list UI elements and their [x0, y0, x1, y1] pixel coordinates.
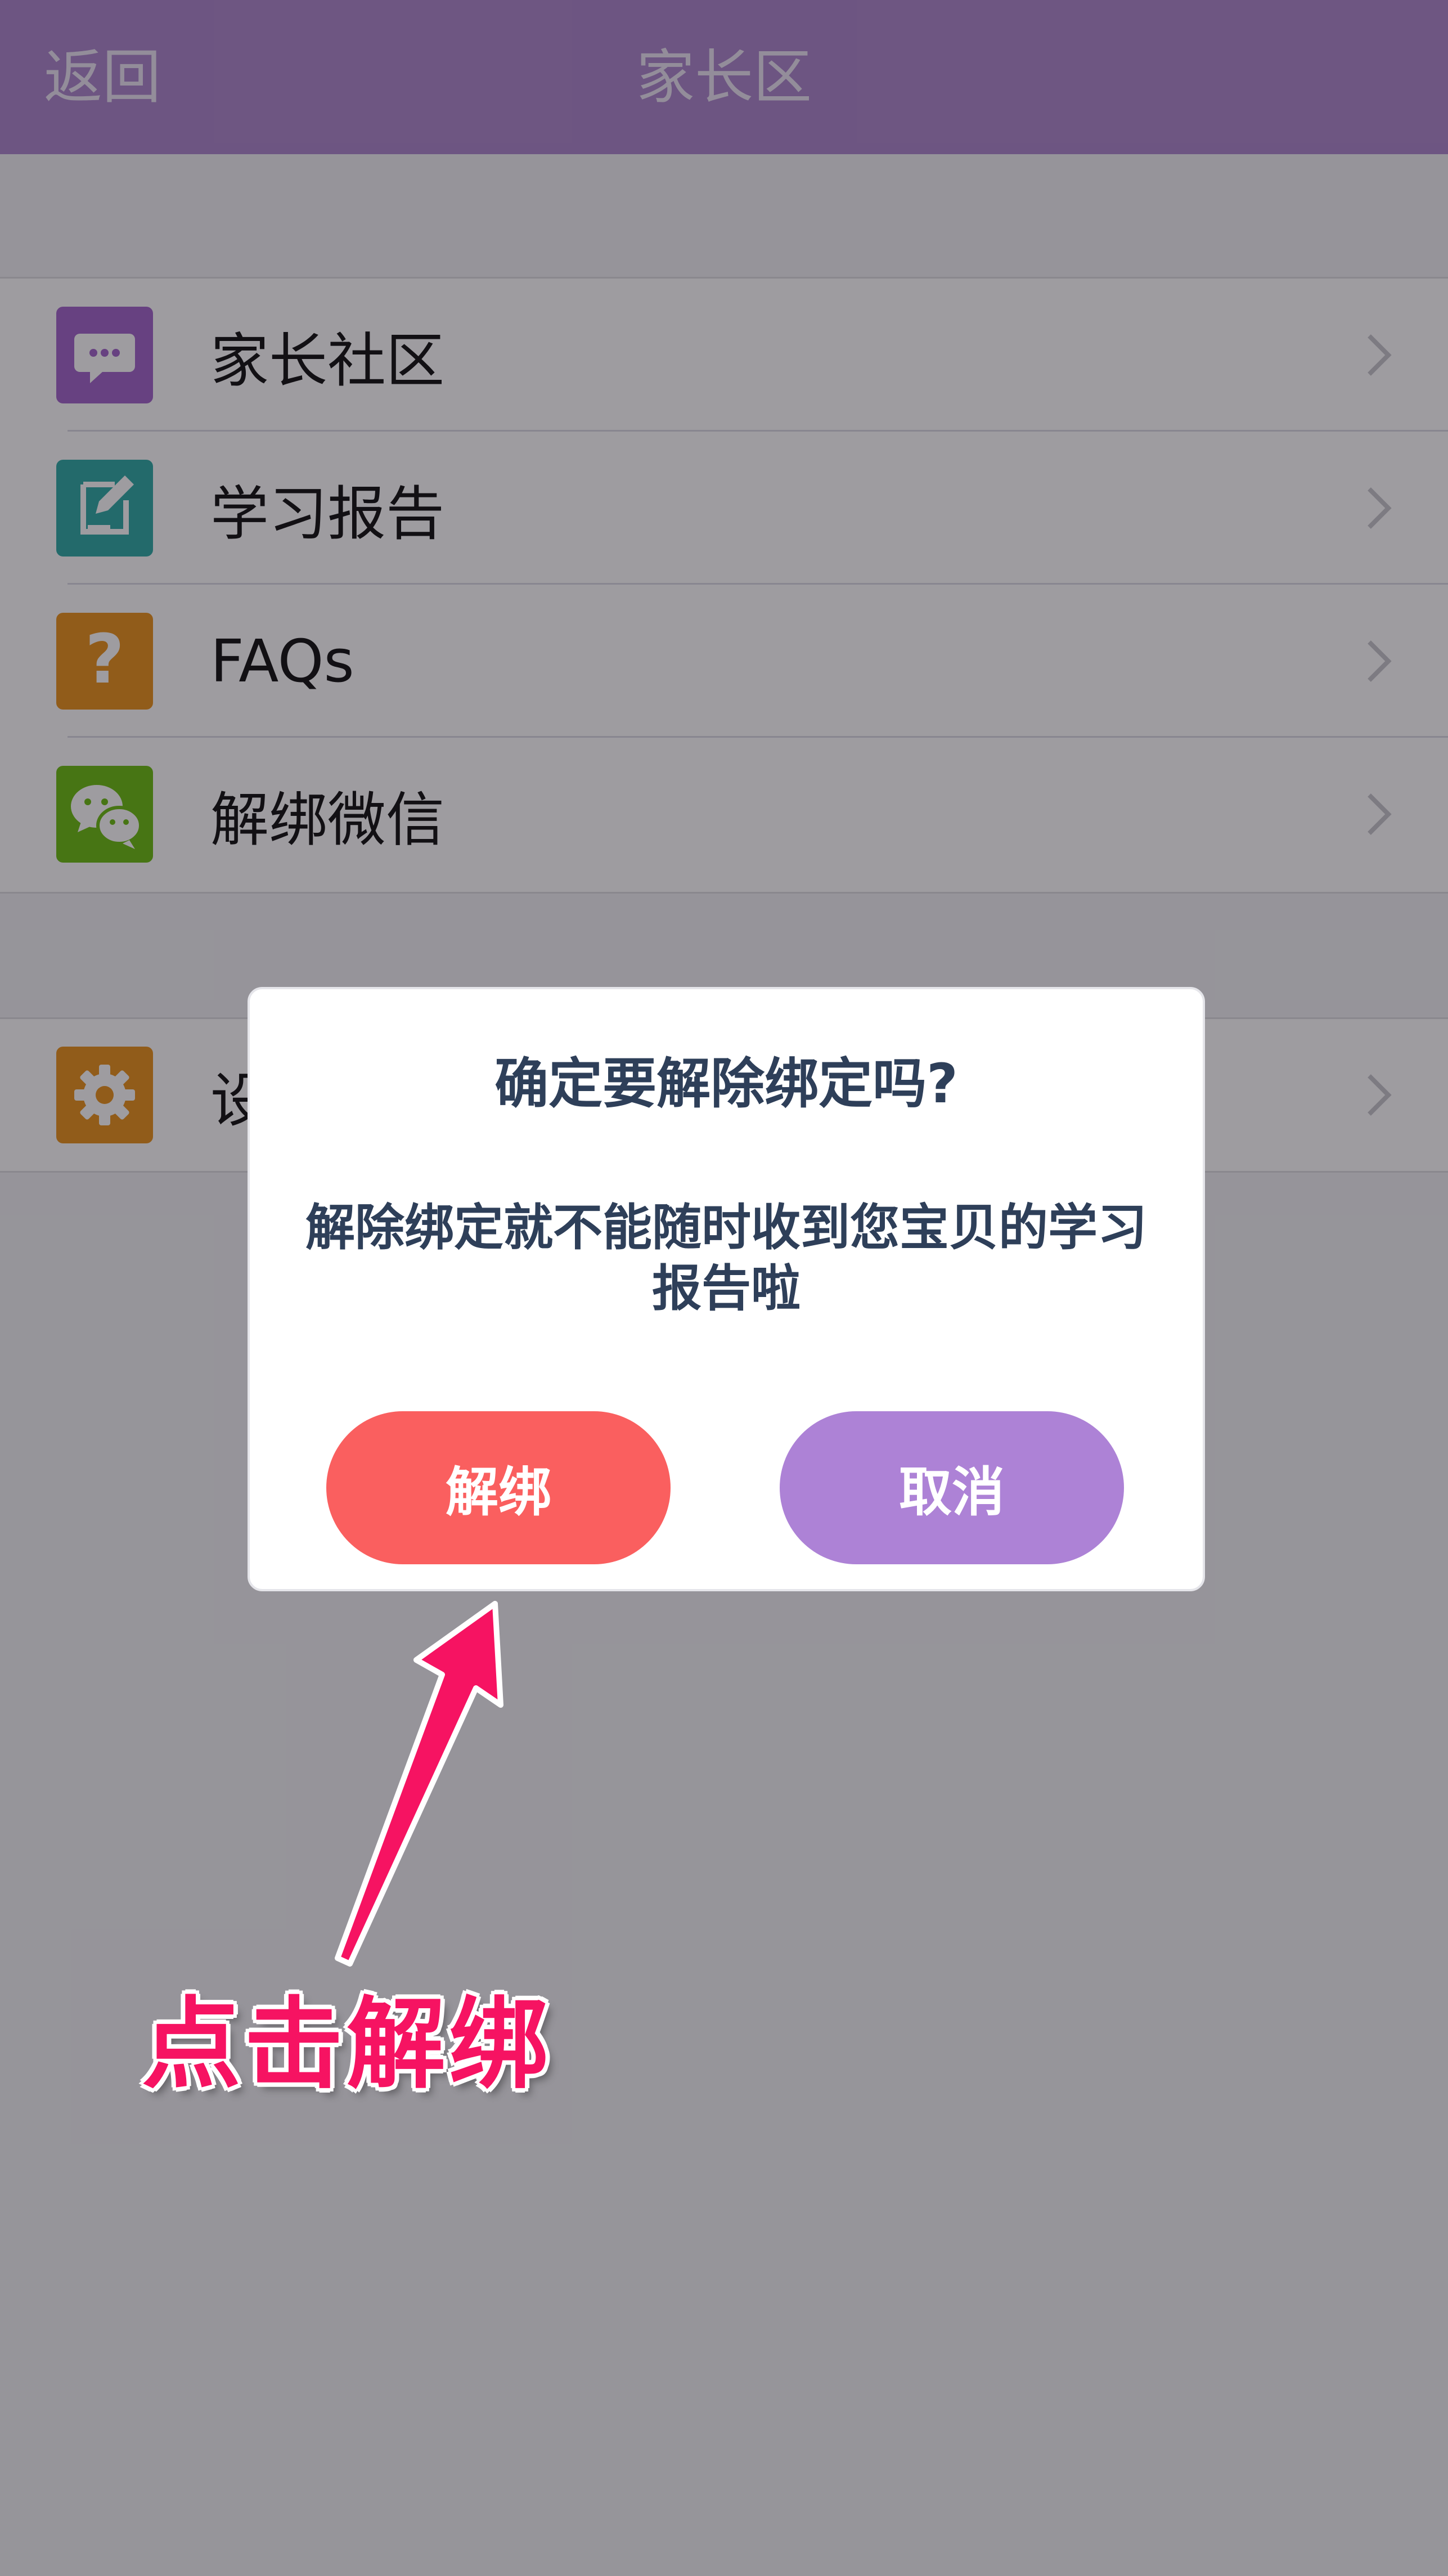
- dialog-message: 解除绑定就不能随时收到您宝贝的学习报告啦: [305, 1199, 1147, 1317]
- unbind-button[interactable]: 解绑: [326, 1411, 671, 1564]
- confirm-unbind-dialog: 确定要解除绑定吗? 解除绑定就不能随时收到您宝贝的学习报告啦 解绑 取消: [248, 987, 1205, 1591]
- cancel-button[interactable]: 取消: [780, 1411, 1124, 1564]
- dialog-title: 确定要解除绑定吗?: [494, 1052, 958, 1115]
- annotation-label: 点击解绑: [142, 1987, 552, 2102]
- annotation-arrow: [335, 1601, 503, 1967]
